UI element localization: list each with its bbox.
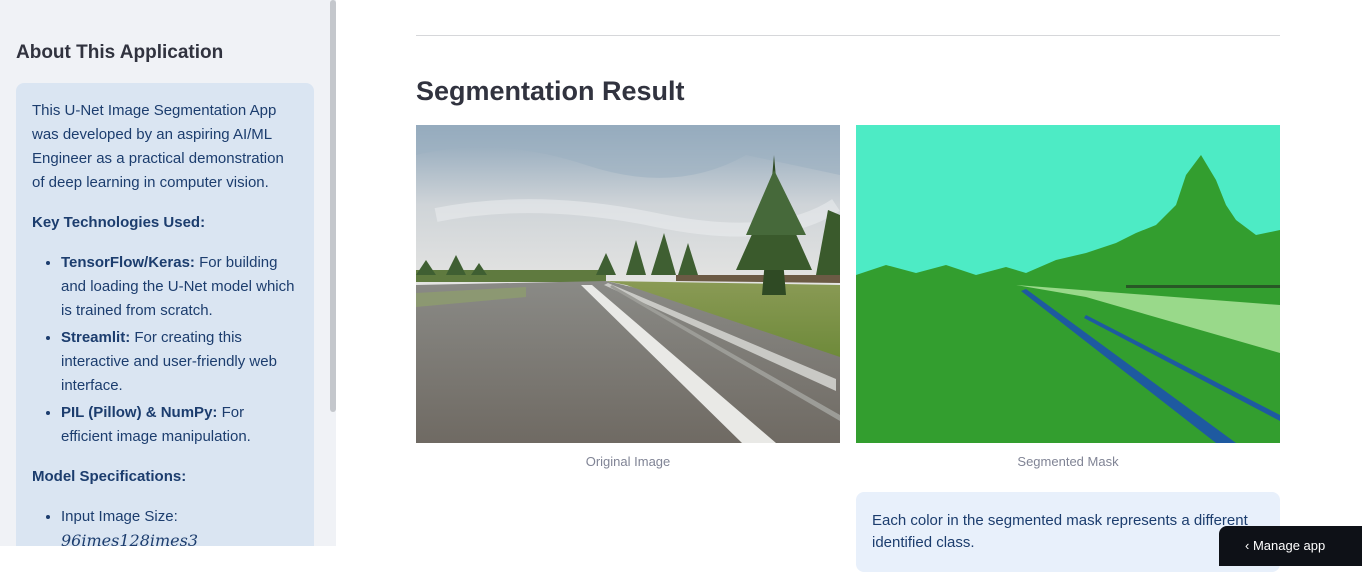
spec-heading: Model Specifications: [32, 468, 187, 485]
spec-list: Input Image Size: 96imes128imes3 [32, 505, 298, 546]
tech-heading: Key Technologies Used: [32, 214, 206, 231]
original-image-scene [416, 125, 840, 443]
list-item: Input Image Size: 96imes128imes3 [61, 505, 298, 546]
tech-name: PIL (Pillow) & NumPy: [61, 404, 218, 421]
divider [416, 35, 1280, 36]
spec-label: Input Image Size: [61, 508, 178, 525]
tech-list: TensorFlow/Keras: For building and loadi… [32, 251, 298, 449]
segmented-mask [856, 125, 1280, 443]
page-title: Segmentation Result [416, 76, 685, 106]
mask-info-text: Each color in the segmented mask represe… [872, 512, 1248, 551]
sidebar: About This Application This U-Net Image … [0, 0, 336, 546]
list-item: TensorFlow/Keras: For building and loadi… [61, 251, 298, 323]
list-item: Streamlit: For creating this interactive… [61, 326, 298, 398]
about-info-box: This U-Net Image Segmentation App was de… [16, 83, 314, 546]
mask-caption: Segmented Mask [1017, 454, 1119, 469]
manage-app-button[interactable]: ‹ Manage app [1219, 526, 1362, 566]
tech-name: TensorFlow/Keras: [61, 254, 195, 271]
original-caption: Original Image [585, 454, 671, 469]
sidebar-scrollbar[interactable] [330, 0, 336, 412]
mask-graphic [856, 125, 1280, 443]
intro-text: This U-Net Image Segmentation App was de… [32, 102, 284, 191]
spec-value: 96imes128imes3 [61, 531, 199, 546]
mask-info-box: Each color in the segmented mask represe… [856, 492, 1280, 572]
sidebar-title: About This Application [16, 42, 224, 63]
original-image [416, 125, 840, 443]
list-item: PIL (Pillow) & NumPy: For efficient imag… [61, 401, 298, 449]
tech-name: Streamlit: [61, 329, 131, 346]
